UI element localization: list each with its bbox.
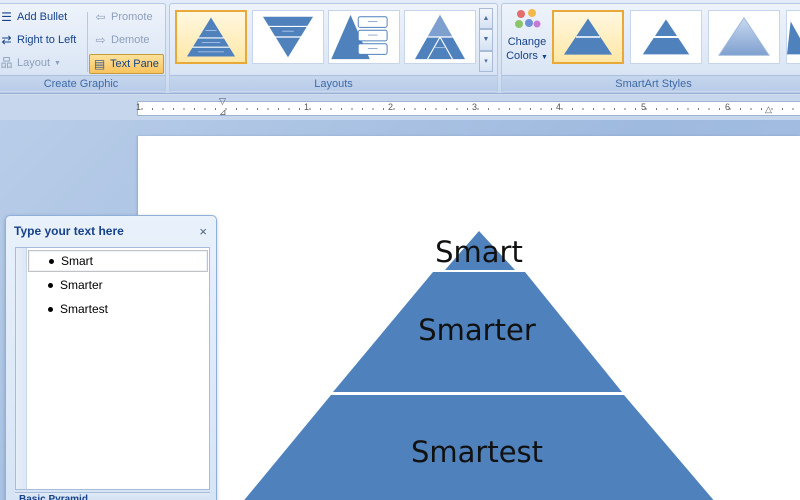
layout-label: Layout xyxy=(17,57,51,69)
layouts-gallery-scroll: ▲ ▼ ▾ xyxy=(479,8,493,72)
pyramid-text-smartest[interactable]: Smartest xyxy=(387,438,567,467)
smartart-styles-group-label: SmartArt Styles xyxy=(502,75,800,91)
text-pane-footer: Basic Pyramid xyxy=(15,492,210,500)
layout-inverted-pyramid[interactable] xyxy=(252,10,324,64)
demote-arrow-icon: ⇨ xyxy=(95,33,106,47)
demote-button[interactable]: ⇨ Demote xyxy=(94,30,150,50)
list-item-text: Smart xyxy=(61,254,94,268)
layout-dropdown-button[interactable]: 品 Layout ▼ xyxy=(0,53,61,73)
change-colors-label-line1: Change xyxy=(507,36,547,48)
pyramid-list-thumbnail-icon xyxy=(331,14,388,60)
chevron-down-icon: ▼ xyxy=(540,54,548,61)
segmented-pyramid-thumbnail-icon xyxy=(414,14,466,60)
gallery-more-button[interactable]: ▾ xyxy=(479,50,493,72)
demote-label: Demote xyxy=(111,34,150,46)
style-moderate-effect-thumbnail-icon xyxy=(787,21,800,55)
smartart-text-pane: Type your text here × Smart Smarter Smar… xyxy=(5,215,217,500)
create-graphic-group: ☰ Add Bullet ⇄ Right to Left 品 Layout ▼ … xyxy=(0,3,166,93)
ruler-number: 3 xyxy=(472,102,478,112)
layout-pyramid-list[interactable] xyxy=(328,10,400,64)
text-pane-label: Text Pane xyxy=(110,58,159,70)
add-bullet-label: Add Bullet xyxy=(17,11,68,23)
layout-segmented-pyramid[interactable] xyxy=(404,10,476,64)
text-pane-list[interactable]: Smart Smarter Smartest xyxy=(15,247,210,490)
promote-label: Promote xyxy=(111,11,153,23)
ruler-number: 4 xyxy=(556,102,562,112)
add-bullet-icon: ☰ xyxy=(1,10,12,24)
promote-arrow-icon: ⇦ xyxy=(95,10,106,24)
list-item[interactable]: Smart xyxy=(28,250,208,272)
style-moderate-effect[interactable] xyxy=(786,10,800,64)
chevron-down-icon: ▼ xyxy=(54,59,61,67)
text-pane-title: Type your text here xyxy=(14,224,124,238)
ruler-number: 2 xyxy=(388,102,394,112)
gallery-scroll-up-button[interactable]: ▲ xyxy=(479,8,493,30)
close-icon[interactable]: × xyxy=(199,225,207,238)
horizontal-ruler[interactable]: 1 1 2 3 4 5 6 xyxy=(136,101,800,116)
bullet-icon xyxy=(48,282,53,288)
ruler-number: 1 xyxy=(304,102,310,112)
right-to-left-label: Right to Left xyxy=(17,34,77,46)
bullet-icon xyxy=(48,306,53,312)
layout-icon: 品 xyxy=(0,56,13,70)
inverted-pyramid-thumbnail-icon xyxy=(262,16,314,58)
text-pane-toggle-button[interactable]: ▤ Text Pane xyxy=(89,54,164,74)
add-bullet-button[interactable]: ☰ Add Bullet xyxy=(0,7,67,27)
ruler-number: 1 xyxy=(136,102,142,112)
style-white-outline-thumbnail-icon xyxy=(639,16,693,57)
list-item-text: Smarter xyxy=(60,278,103,292)
style-subtle-effect[interactable] xyxy=(708,10,780,64)
change-colors-label-line2: Colors ▼ xyxy=(506,50,548,62)
list-item[interactable]: Smartest xyxy=(28,298,208,320)
text-pane-gutter xyxy=(16,248,27,489)
style-white-outline[interactable] xyxy=(630,10,702,64)
smartart-styles-group: Change Colors ▼ SmartArt Styles xyxy=(501,3,800,93)
ruler-ticks xyxy=(141,108,794,110)
right-to-left-icon: ⇄ xyxy=(1,33,12,47)
list-item-text: Smartest xyxy=(60,302,109,316)
style-simple-fill-thumbnail-icon xyxy=(563,18,613,55)
pyramid-text-smarter[interactable]: Smarter xyxy=(397,316,557,345)
color-palette-icon xyxy=(515,9,541,28)
list-item[interactable]: Smarter xyxy=(28,274,208,296)
layouts-group-label: Layouts xyxy=(170,75,497,91)
gallery-scroll-down-button[interactable]: ▼ xyxy=(479,29,493,51)
ribbon: ☰ Add Bullet ⇄ Right to Left 品 Layout ▼ … xyxy=(0,0,800,94)
left-indent-marker[interactable]: ⊿ xyxy=(219,108,227,117)
bullet-icon xyxy=(49,258,54,264)
layout-basic-pyramid[interactable] xyxy=(175,10,247,64)
basic-pyramid-thumbnail-icon xyxy=(186,17,236,57)
change-colors-button[interactable]: Change Colors ▼ xyxy=(505,7,549,75)
right-indent-marker[interactable]: △ xyxy=(765,105,772,114)
ruler-number: 6 xyxy=(725,102,731,112)
first-line-indent-marker[interactable]: ▽ xyxy=(219,97,226,106)
ruler-number: 5 xyxy=(641,102,647,112)
right-to-left-button[interactable]: ⇄ Right to Left xyxy=(0,30,76,50)
style-subtle-effect-thumbnail-icon xyxy=(718,16,770,56)
create-graphic-group-label: Create Graphic xyxy=(0,75,165,91)
promote-button[interactable]: ⇦ Promote xyxy=(94,7,153,27)
layouts-group: ▲ ▼ ▾ Layouts xyxy=(169,3,498,93)
separator xyxy=(87,12,88,72)
pyramid-text-smart[interactable]: Smart xyxy=(429,238,529,267)
text-pane-icon: ▤ xyxy=(93,57,106,71)
style-simple-fill[interactable] xyxy=(552,10,624,64)
